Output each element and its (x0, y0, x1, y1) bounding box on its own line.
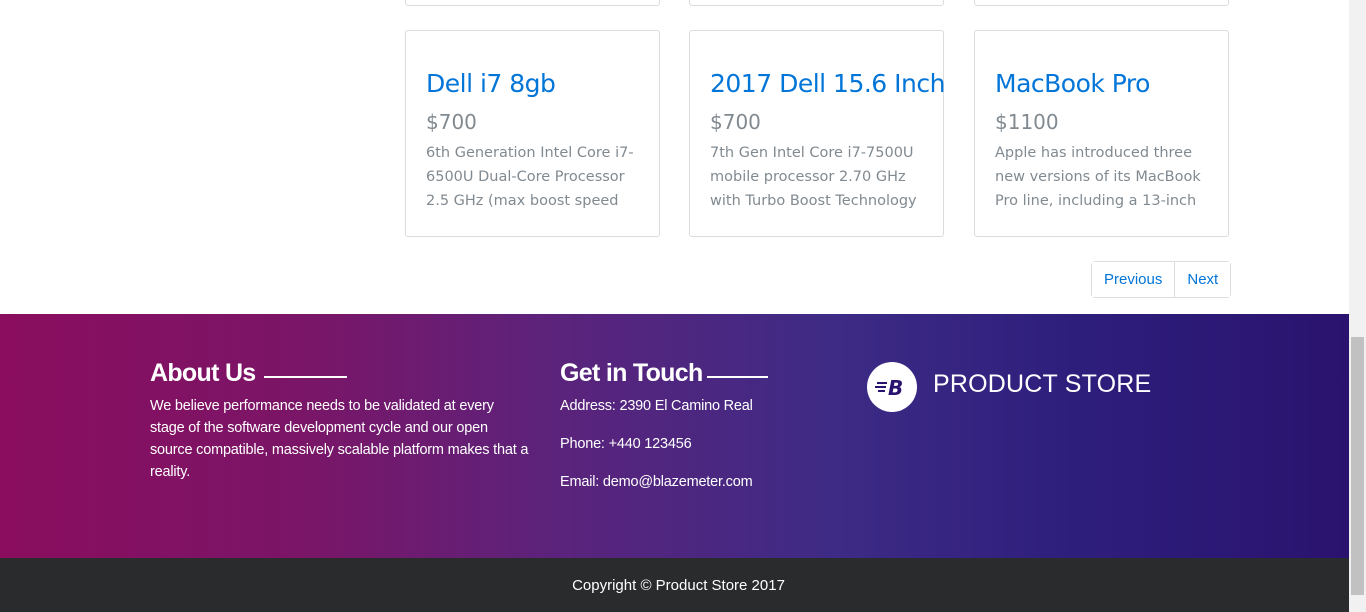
get-in-touch-heading: Get in Touch (560, 359, 703, 387)
product-description: Apple has introduced three new versions … (995, 145, 1201, 209)
product-title-link[interactable]: MacBook Pro (995, 69, 1150, 98)
product-card: MacBook Pro $1100 Apple has introduced t… (974, 30, 1229, 237)
blazemeter-logo-icon: B (867, 362, 917, 412)
about-us-heading: About Us (150, 359, 256, 387)
scrollbar-thumb[interactable] (1351, 337, 1364, 595)
pagination: Previous Next (1091, 261, 1232, 298)
heading-underline (264, 376, 347, 378)
product-card: Dell i7 8gb $700 6th Generation Intel Co… (405, 30, 660, 237)
contact-phone: Phone: +440 123456 (560, 436, 692, 452)
about-us-text: We believe performance needs to be valid… (150, 398, 529, 480)
product-card: 2017 Dell 15.6 Inch $700 7th Gen Intel C… (689, 30, 945, 237)
svg-text:B: B (888, 376, 903, 399)
brand-name: PRODUCT STORE (933, 370, 1152, 398)
product-title-link[interactable]: Dell i7 8gb (426, 69, 556, 98)
footer: About Us We believe performance needs to… (0, 314, 1349, 558)
product-card-partial[interactable] (689, 0, 944, 6)
product-description: 6th Generation Intel Core i7-6500U Dual-… (426, 145, 634, 209)
product-price: $700 (710, 110, 761, 134)
product-card-partial[interactable] (974, 0, 1229, 6)
product-price: $700 (426, 110, 477, 134)
product-title-link[interactable]: 2017 Dell 15.6 Inch (710, 69, 945, 98)
contact-address: Address: 2390 El Camino Real (560, 398, 753, 414)
next-button[interactable]: Next (1175, 262, 1231, 297)
copyright-bar: Copyright © Product Store 2017 (0, 558, 1349, 612)
heading-underline (707, 376, 768, 378)
vertical-scrollbar[interactable] (1349, 0, 1366, 612)
product-description: 7th Gen Intel Core i7-7500U mobile proce… (710, 145, 917, 209)
previous-button[interactable]: Previous (1092, 262, 1176, 297)
product-card-partial[interactable] (405, 0, 660, 6)
page: Dell i7 8gb $700 6th Generation Intel Co… (0, 0, 1349, 612)
product-price: $1100 (995, 110, 1059, 134)
copyright-text: Copyright © Product Store 2017 (572, 576, 785, 594)
contact-email: Email: demo@blazemeter.com (560, 474, 753, 490)
